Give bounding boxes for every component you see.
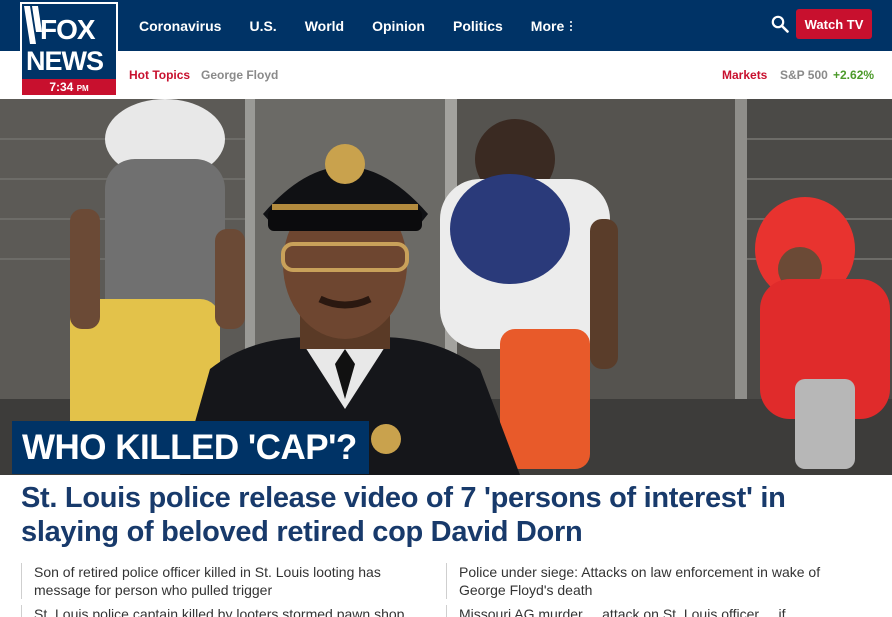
nav-item-opinion[interactable]: Opinion bbox=[372, 18, 425, 34]
related-link[interactable]: Police under siege: Attacks on law enfor… bbox=[446, 563, 846, 599]
logo-fox-text: FOX bbox=[40, 14, 96, 45]
markets-link[interactable]: Markets bbox=[722, 68, 767, 82]
clock-ampm: PM bbox=[76, 84, 89, 93]
hero-photo-illustration bbox=[0, 99, 892, 475]
fox-news-logo[interactable]: FOX NEWS 7:34 PM bbox=[20, 2, 118, 97]
main-headline[interactable]: St. Louis police release video of 7 'per… bbox=[21, 481, 881, 549]
nav-more-label: More bbox=[530, 17, 565, 34]
top-nav-bar: Coronavirus U.S. World Opinion Politics … bbox=[0, 0, 892, 51]
clock-time: 7:34 bbox=[49, 80, 74, 94]
nav-more-menu[interactable]: More bbox=[530, 17, 573, 34]
watch-tv-button[interactable]: Watch TV bbox=[796, 9, 872, 39]
hero-kicker-label[interactable]: WHO KILLED 'CAP'? bbox=[12, 421, 369, 474]
logo-clock: 7:34 PM bbox=[22, 79, 116, 95]
related-link[interactable]: St. Louis police captain killed by loote… bbox=[21, 605, 421, 617]
related-link[interactable]: Missouri AG murder ... attack on St. Lou… bbox=[446, 605, 846, 617]
more-dots-icon bbox=[570, 20, 573, 31]
topic-link-george-floyd[interactable]: George Floyd bbox=[201, 68, 278, 82]
hero-image[interactable] bbox=[0, 99, 892, 475]
logo-news-text: NEWS bbox=[26, 46, 104, 76]
hot-topics-label: Hot Topics bbox=[129, 68, 191, 82]
market-index-name: S&P 500 bbox=[780, 68, 828, 82]
sub-nav-bar: Hot Topics George Floyd Markets S&P 500 … bbox=[0, 51, 892, 99]
nav-item-politics[interactable]: Politics bbox=[453, 18, 503, 34]
nav-item-us[interactable]: U.S. bbox=[249, 18, 276, 34]
market-index-change: +2.62% bbox=[833, 68, 875, 82]
nav-item-world[interactable]: World bbox=[305, 18, 344, 34]
search-icon[interactable] bbox=[771, 15, 789, 33]
nav-item-coronavirus[interactable]: Coronavirus bbox=[139, 18, 221, 34]
main-nav: Coronavirus U.S. World Opinion Politics … bbox=[139, 0, 600, 51]
related-link[interactable]: Son of retired police officer killed in … bbox=[21, 563, 421, 599]
